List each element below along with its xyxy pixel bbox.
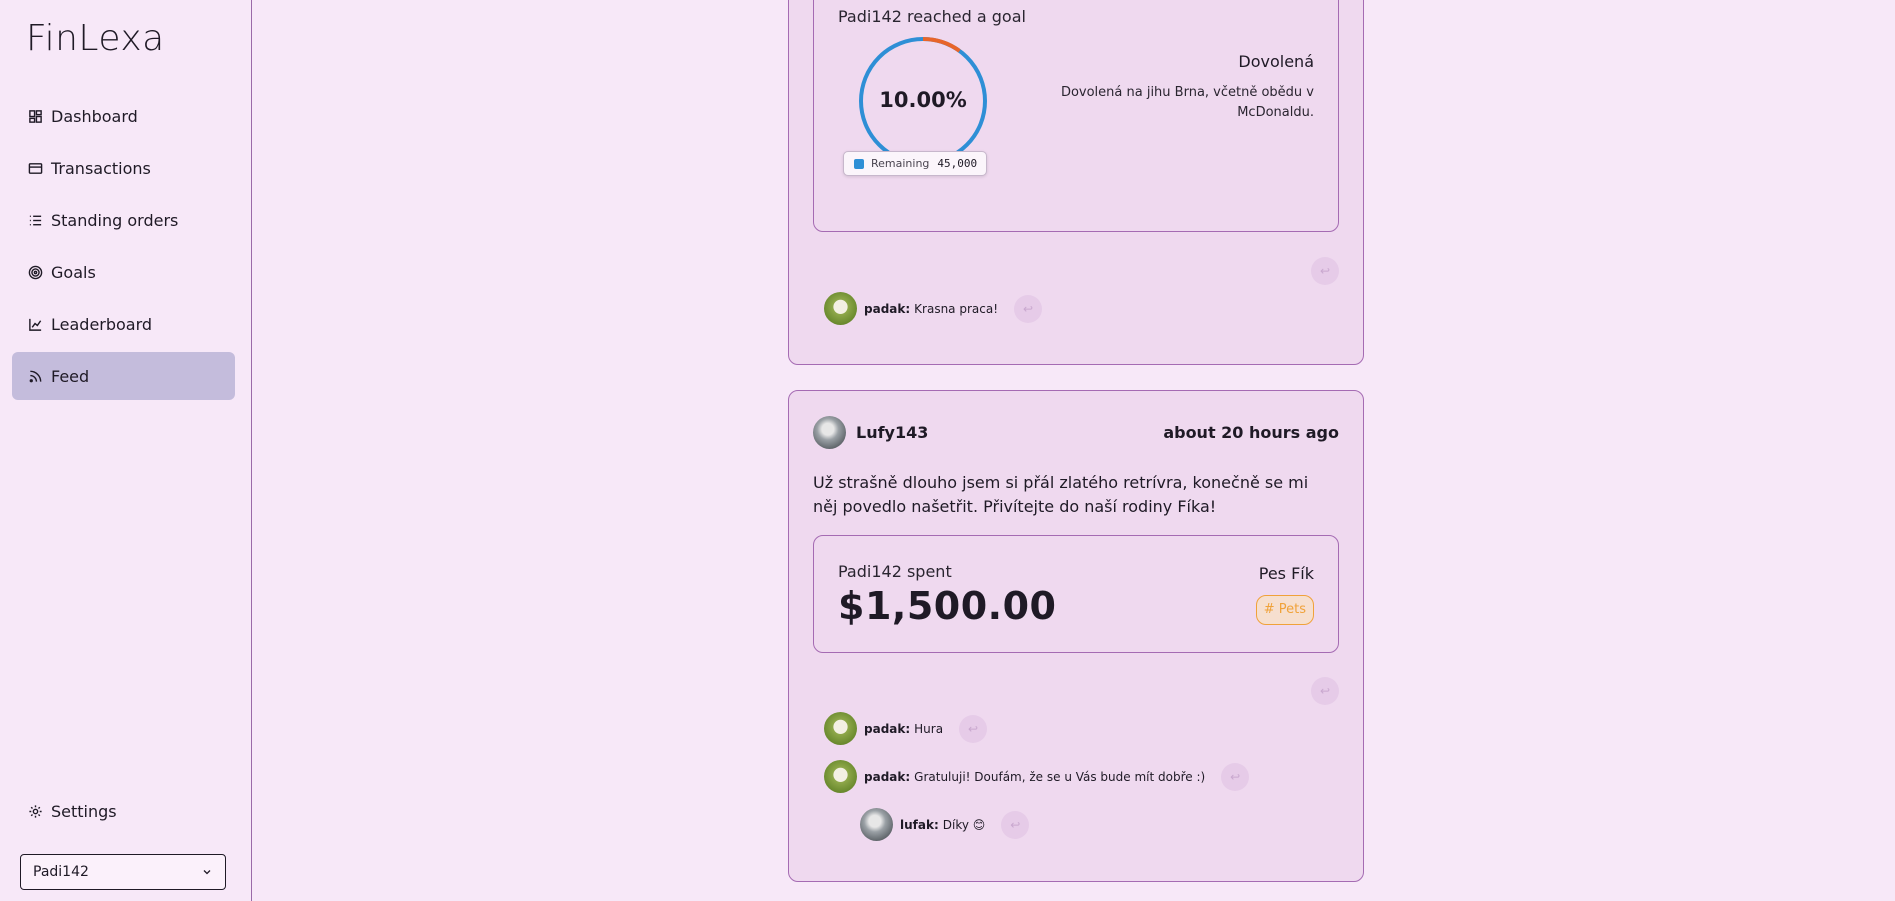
sidebar-item-goals[interactable]: Goals	[12, 248, 235, 296]
sidebar-nav: Dashboard Transactions Standing orders G…	[12, 92, 235, 404]
goal-percent: 10.00%	[879, 88, 967, 112]
post-text: Už strašně dlouho jsem si přál zlatého r…	[813, 473, 1309, 516]
reply-button[interactable]: ↩	[1001, 810, 1030, 839]
rss-icon	[29, 370, 42, 382]
sidebar-item-standing-orders[interactable]: Standing orders	[12, 196, 235, 244]
sidebar-item-feed[interactable]: Feed	[12, 352, 235, 400]
goal-name: Dovolená	[1238, 52, 1314, 71]
post-header: Lufy143 about 20 hours ago	[813, 415, 1339, 449]
comment-text: Krasna praca!	[914, 301, 999, 316]
post-author[interactable]: Lufy143	[856, 423, 928, 442]
sidebar-item-transactions[interactable]: Transactions	[12, 144, 235, 192]
spending-card: Padi142 spent $1,500.00 Pes Fík # Pets	[813, 535, 1339, 653]
settings-label: Settings	[51, 802, 117, 821]
dashboard-icon	[29, 109, 42, 123]
settings-link[interactable]: Settings	[28, 802, 117, 821]
avatar[interactable]	[813, 415, 846, 449]
sidebar-item-label: Dashboard	[51, 106, 138, 126]
reply-button[interactable]: ↩	[1311, 677, 1339, 705]
comment-text: Hura	[914, 721, 944, 736]
avatar	[824, 292, 857, 325]
chart-line-icon	[29, 318, 42, 331]
legend-swatch	[854, 158, 864, 169]
post-author-block: Lufy143	[813, 415, 928, 449]
goal-description: Dovolená na jihu Brna, včetně obědu v Mc…	[1060, 85, 1314, 120]
tooltip-label: Remaining	[871, 157, 930, 170]
sidebar-item-dashboard[interactable]: Dashboard	[12, 92, 235, 140]
comment-author: padak:	[864, 301, 911, 316]
comment-author: lufak:	[900, 817, 939, 832]
item-name: Pes Fík	[1258, 564, 1314, 583]
comment-reply: lufak: Díky 😊 ↩	[860, 808, 1030, 841]
comment-author: padak:	[864, 769, 911, 784]
reply-button[interactable]: ↩	[959, 714, 988, 743]
avatar	[824, 760, 857, 793]
avatar	[860, 808, 893, 841]
sidebar-item-label: Leaderboard	[51, 314, 153, 334]
sidebar-item-label: Goals	[51, 262, 96, 282]
post-timestamp: about 20 hours ago	[1163, 422, 1339, 442]
avatar	[824, 712, 857, 745]
goal-card: Padi142 reached a goal 10.00% Dovolená D…	[813, 0, 1339, 232]
chevron-down-icon	[203, 870, 211, 875]
comment-item: padak: Hura ↩	[824, 712, 988, 745]
user-select-value: Padi142	[33, 864, 89, 880]
comment-author: padak:	[864, 721, 911, 736]
target-icon	[28, 265, 43, 279]
spent-amount: $1,500.00	[838, 584, 1057, 628]
reply-button[interactable]: ↩	[1311, 257, 1339, 285]
reply-button[interactable]: ↩	[1014, 294, 1043, 323]
list-icon	[29, 215, 42, 225]
category-tag: # Pets	[1255, 595, 1314, 625]
sidebar: FinLexa Dashboard Transactions Standing …	[0, 0, 252, 901]
sidebar-item-label: Transactions	[51, 158, 151, 178]
tooltip-value: 45,000	[937, 157, 978, 170]
sidebar-item-label: Standing orders	[51, 210, 179, 230]
comment-text: Gratuluji! Doufám, že se u Vás bude mít …	[914, 769, 1206, 784]
reply-button[interactable]: ↩	[1221, 762, 1250, 791]
chart-tooltip: Remaining 45,000	[843, 151, 987, 176]
user-select[interactable]: Padi142	[20, 854, 226, 890]
sidebar-item-leaderboard[interactable]: Leaderboard	[12, 300, 235, 348]
app-logo: FinLexa	[26, 18, 165, 59]
spent-label: Padi142 spent	[838, 562, 952, 581]
comment-item: padak: Krasna praca! ↩	[824, 292, 1043, 325]
card-icon	[28, 162, 43, 174]
sidebar-item-label: Feed	[51, 366, 90, 386]
goal-header: Padi142 reached a goal	[838, 7, 1026, 26]
comment-item: padak: Gratuluji! Doufám, že se u Vás bu…	[824, 760, 1250, 793]
comment-text: Díky 😊	[942, 817, 986, 832]
gear-icon	[29, 805, 42, 818]
